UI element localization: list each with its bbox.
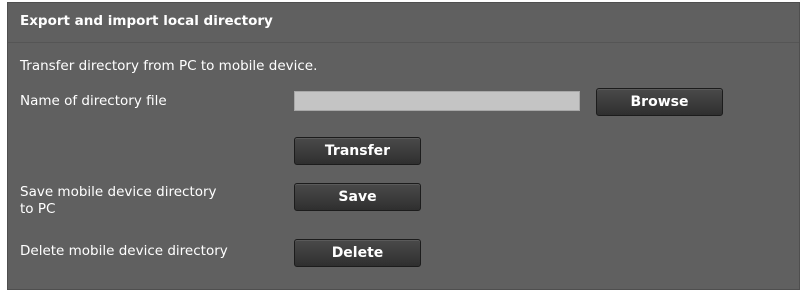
title-divider: [8, 42, 799, 43]
save-label: Save mobile device directory to PC: [20, 184, 217, 218]
intro-text: Transfer directory from PC to mobile dev…: [20, 58, 318, 74]
browse-button[interactable]: Browse: [596, 88, 723, 116]
export-import-panel: Export and import local directory Transf…: [7, 2, 800, 290]
directory-file-label: Name of directory file: [20, 93, 167, 109]
save-label-line2: to PC: [20, 201, 56, 217]
directory-file-input[interactable]: [294, 91, 580, 111]
transfer-button[interactable]: Transfer: [294, 137, 421, 165]
save-button[interactable]: Save: [294, 183, 421, 211]
section-title: Export and import local directory: [20, 13, 273, 29]
delete-button[interactable]: Delete: [294, 239, 421, 267]
save-label-line1: Save mobile device directory: [20, 184, 217, 200]
delete-label: Delete mobile device directory: [20, 243, 228, 259]
